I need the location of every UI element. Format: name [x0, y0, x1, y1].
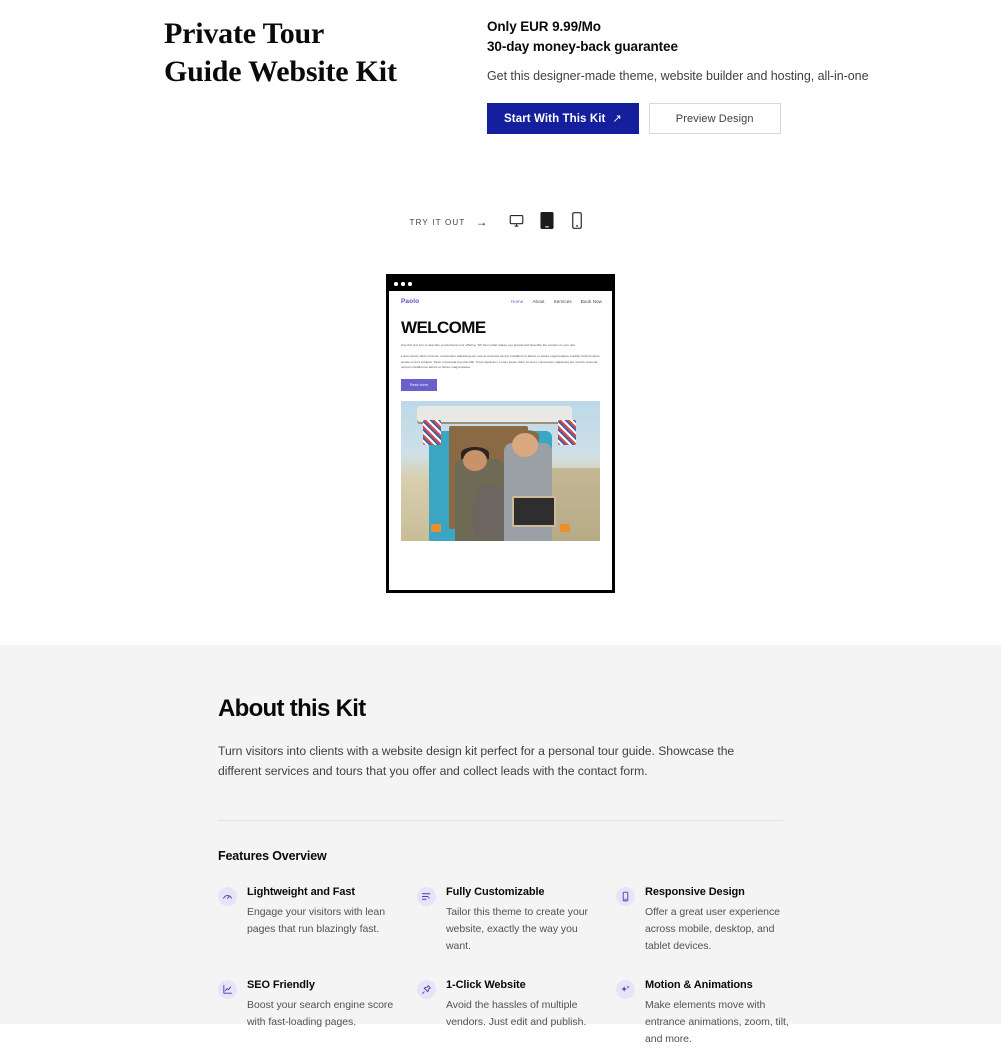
preview-hero-photo [401, 400, 600, 541]
hero-section: Private Tour Guide Website Kit Only EUR … [0, 0, 1001, 645]
feature-name: 1-Click Website [446, 978, 526, 991]
chart-line-icon [218, 979, 237, 999]
feature-name: Responsive Design [645, 885, 745, 898]
photo-man-head [512, 432, 539, 457]
preview-welcome-heading: WELCOME [401, 318, 486, 337]
photo-van-hatch [416, 406, 573, 422]
feature-description: Tailor this theme to create your website… [446, 905, 588, 952]
mockup-title-bar [389, 277, 612, 291]
right-arrow-icon: → [475, 215, 488, 229]
preview-nav-services[interactable]: Services [554, 299, 572, 304]
preview-nav-book-now[interactable]: Book Now [581, 299, 602, 304]
photo-dog [472, 484, 509, 538]
feature-description: Avoid the hassles of multiple vendors. J… [446, 998, 587, 1028]
photo-chalkboard [512, 495, 557, 527]
hero-subtitle: Get this designer-made theme, website bu… [487, 68, 869, 83]
window-dot-icon [394, 282, 398, 286]
feature-item: SEO Friendly Boost your search engine sc… [218, 979, 417, 1048]
about-inner: About this Kit Turn visitors into client… [218, 695, 789, 1048]
photo-woman-head [462, 449, 487, 471]
device-tablet-button[interactable] [532, 210, 562, 234]
photo-taillight-left [430, 523, 441, 533]
device-desktop-button[interactable] [502, 210, 532, 234]
gauge-icon [218, 886, 237, 906]
photo-taillight-right [560, 523, 571, 533]
desktop-icon [509, 213, 524, 231]
feature-name: Fully Customizable [446, 885, 545, 898]
preview-paragraph-1: Use this text box to describe yourself a… [401, 343, 576, 347]
about-title: About this Kit [218, 695, 366, 722]
feature-text: Lightweight and Fast Engage your visitor… [247, 886, 401, 955]
feature-text: Responsive Design Offer a great user exp… [645, 886, 799, 955]
feature-description: Offer a great user experience across mob… [645, 905, 780, 952]
page-title-line-1: Private Tour [164, 17, 325, 50]
start-with-this-kit-button[interactable]: Start With This Kit ↗ [487, 103, 639, 135]
feature-item: Fully Customizable Tailor this theme to … [417, 886, 616, 955]
start-with-this-kit-label: Start With This Kit [504, 112, 606, 125]
site-preview-mockup[interactable]: Paolo Home About Services Book Now WELCO… [386, 274, 615, 593]
feature-text: SEO Friendly Boost your search engine sc… [247, 979, 401, 1048]
about-description: Turn visitors into clients with a websit… [218, 744, 735, 778]
external-arrow-icon: ↗ [612, 113, 622, 126]
feature-item: Lightweight and Fast Engage your visitor… [218, 886, 417, 955]
feature-text: Motion & Animations Make elements move w… [645, 979, 799, 1048]
preview-site-body: WELCOME Use this text box to describe yo… [389, 311, 612, 391]
feature-name: Motion & Animations [645, 978, 753, 991]
preview-paragraph-2: Lorem ipsum dolor sit amet, consectetur … [401, 354, 600, 370]
feature-description: Engage your visitors with lean pages tha… [247, 905, 385, 935]
preview-read-more-button[interactable]: Read more [401, 378, 438, 391]
preview-design-button[interactable]: Preview Design [648, 103, 781, 135]
preview-nav-home[interactable]: Home [511, 299, 523, 304]
tablet-icon [539, 212, 554, 232]
sparkle-icon [616, 979, 635, 999]
section-divider [218, 819, 783, 821]
preview-site-logo[interactable]: Paolo [401, 298, 419, 305]
feature-name: SEO Friendly [247, 978, 315, 991]
mobile-icon [616, 886, 635, 906]
mobile-icon [571, 212, 582, 232]
price-label: Only EUR 9.99/Mo [487, 19, 601, 34]
feature-text: 1-Click Website Avoid the hassles of mul… [446, 979, 600, 1048]
photo-bunting-right [558, 420, 577, 446]
features-overview-title: Features Overview [218, 848, 327, 863]
photo-bunting-left [422, 420, 441, 446]
window-dot-icon [401, 282, 405, 286]
feature-item: Motion & Animations Make elements move w… [616, 979, 815, 1048]
preview-site-navbar: Paolo Home About Services Book Now [389, 291, 612, 311]
features-grid: Lightweight and Fast Engage your visitor… [218, 886, 789, 1048]
window-dot-icon [408, 282, 412, 286]
pin-icon [417, 979, 436, 999]
device-switcher: TRY IT OUT → [0, 210, 1001, 234]
device-mobile-button[interactable] [562, 210, 592, 234]
feature-name: Lightweight and Fast [247, 885, 355, 898]
about-section: About this Kit Turn visitors into client… [0, 645, 1001, 1045]
page-title: Private Tour Guide Website Kit [164, 15, 464, 91]
preview-nav-about[interactable]: About [532, 299, 544, 304]
try-it-out-label: TRY IT OUT [409, 217, 466, 227]
feature-description: Boost your search engine score with fast… [247, 998, 394, 1028]
preview-site-nav-links: Home About Services Book Now [511, 299, 602, 304]
hero-button-group: Start With This Kit ↗ Preview Design [487, 103, 917, 135]
sliders-icon [417, 886, 436, 906]
feature-item: 1-Click Website Avoid the hassles of mul… [417, 979, 616, 1048]
feature-text: Fully Customizable Tailor this theme to … [446, 886, 600, 955]
hero-offer-block: Only EUR 9.99/Mo 30-day money-back guara… [487, 17, 917, 135]
mockup-screen: Paolo Home About Services Book Now WELCO… [389, 291, 612, 590]
page-title-line-2: Guide Website Kit [164, 55, 397, 89]
guarantee-label: 30-day money-back guarantee [487, 38, 678, 54]
feature-description: Make elements move with entrance animati… [645, 998, 789, 1045]
feature-item: Responsive Design Offer a great user exp… [616, 886, 815, 955]
